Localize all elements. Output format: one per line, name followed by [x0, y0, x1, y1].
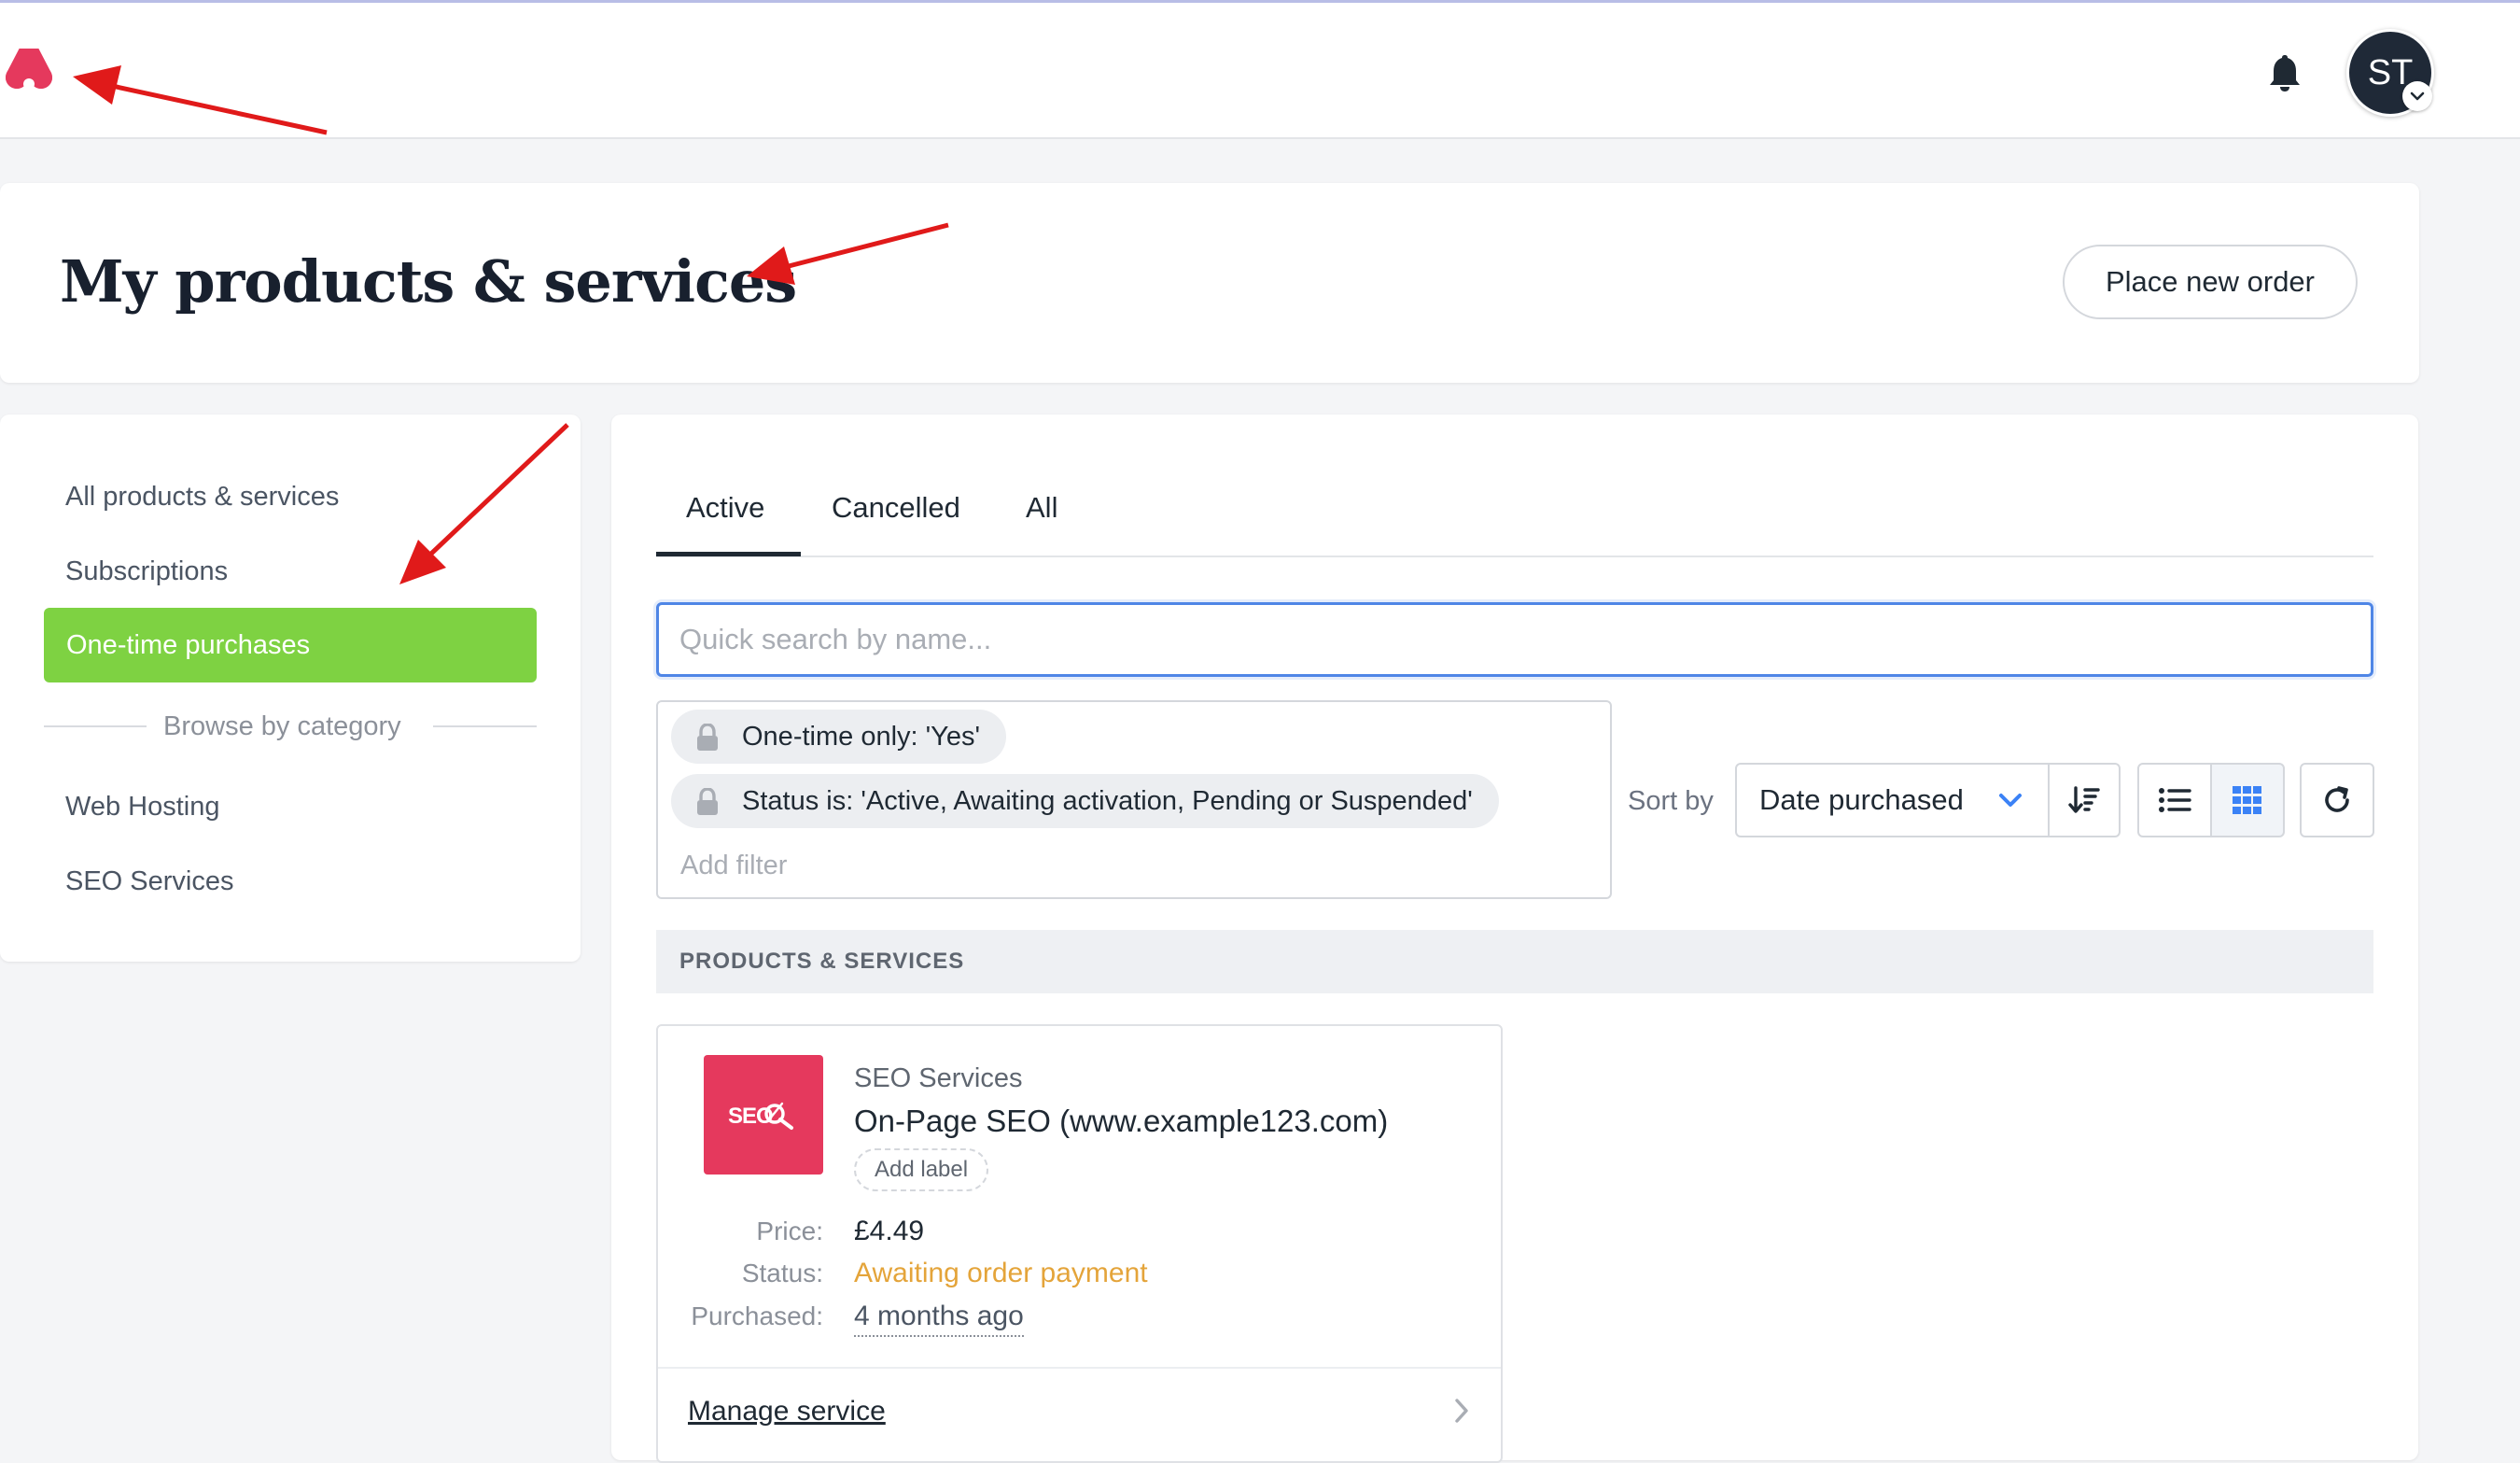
sidebar-item-web-hosting[interactable]: Web Hosting — [65, 788, 220, 825]
list-view-button[interactable] — [2137, 763, 2212, 837]
lock-icon — [697, 724, 718, 751]
add-filter-input[interactable]: Add filter — [680, 848, 787, 883]
sidebar-item-one-time-purchases[interactable]: One-time purchases — [44, 608, 537, 682]
divider — [658, 1367, 1501, 1369]
divider — [44, 725, 147, 727]
filter-chip-one-time[interactable]: One-time only: 'Yes' — [671, 710, 1007, 764]
top-header — [0, 3, 2520, 139]
lock-icon — [697, 788, 718, 815]
chevron-right-icon[interactable] — [1452, 1397, 1471, 1425]
grid-view-button[interactable] — [2210, 763, 2285, 837]
search-input[interactable] — [656, 602, 2373, 677]
divider — [433, 725, 537, 727]
page-title: My products & services — [60, 247, 797, 316]
sidebar-item-subscriptions[interactable]: Subscriptions — [65, 553, 228, 590]
tab-cancelled[interactable]: Cancelled — [832, 489, 960, 527]
sidebar-item-label: One-time purchases — [66, 629, 311, 660]
active-tab-indicator — [656, 552, 801, 556]
sort-by-label: Sort by — [1628, 786, 1714, 816]
purchased-label: Purchased: — [691, 1301, 823, 1330]
refresh-icon — [2325, 786, 2349, 812]
product-category: SEO Services — [854, 1063, 1023, 1093]
price-label: Price: — [756, 1217, 823, 1245]
product-name: On-Page SEO (www.example123.com) — [854, 1104, 1389, 1138]
refresh-button[interactable] — [2300, 763, 2374, 837]
purchased-value: 4 months ago — [854, 1298, 1024, 1337]
product-logo: SEO — [704, 1055, 823, 1175]
tab-active[interactable]: Active — [686, 489, 764, 527]
price-value: £4.49 — [854, 1216, 925, 1246]
status-label: Status: — [741, 1259, 823, 1287]
chevron-down-icon — [1999, 794, 2022, 807]
filter-chip-status[interactable]: Status is: 'Active, Awaiting activation,… — [671, 774, 1499, 828]
sidebar-item-seo-services[interactable]: SEO Services — [65, 863, 234, 900]
brand-logo-icon[interactable] — [4, 49, 54, 91]
sidebar-item-all-products[interactable]: All products & services — [65, 478, 339, 515]
bell-icon[interactable] — [2266, 52, 2303, 93]
filter-chip-label: One-time only: 'Yes' — [742, 721, 981, 752]
status-value: Awaiting order payment — [854, 1258, 1148, 1288]
sort-direction-button[interactable] — [2048, 763, 2121, 837]
section-header: PRODUCTS & SERVICES — [656, 930, 2373, 993]
sort-select[interactable]: Date purchased — [1735, 763, 2050, 837]
add-label-button[interactable]: Add label — [854, 1148, 989, 1191]
chevron-down-icon[interactable] — [2402, 81, 2432, 111]
seo-magnifier-icon: SEO — [728, 1102, 793, 1130]
list-icon — [2159, 788, 2191, 812]
sort-selected-value: Date purchased — [1759, 783, 1964, 816]
filter-chip-label: Status is: 'Active, Awaiting activation,… — [742, 785, 1473, 816]
tab-all[interactable]: All — [1026, 489, 1057, 527]
sort-descending-icon — [2068, 786, 2100, 813]
tabs-divider — [656, 556, 2373, 557]
place-new-order-button[interactable]: Place new order — [2063, 245, 2358, 319]
manage-service-link[interactable]: Manage service — [688, 1393, 886, 1430]
grid-icon — [2233, 786, 2261, 814]
browse-by-category-label: Browse by category — [163, 711, 401, 741]
